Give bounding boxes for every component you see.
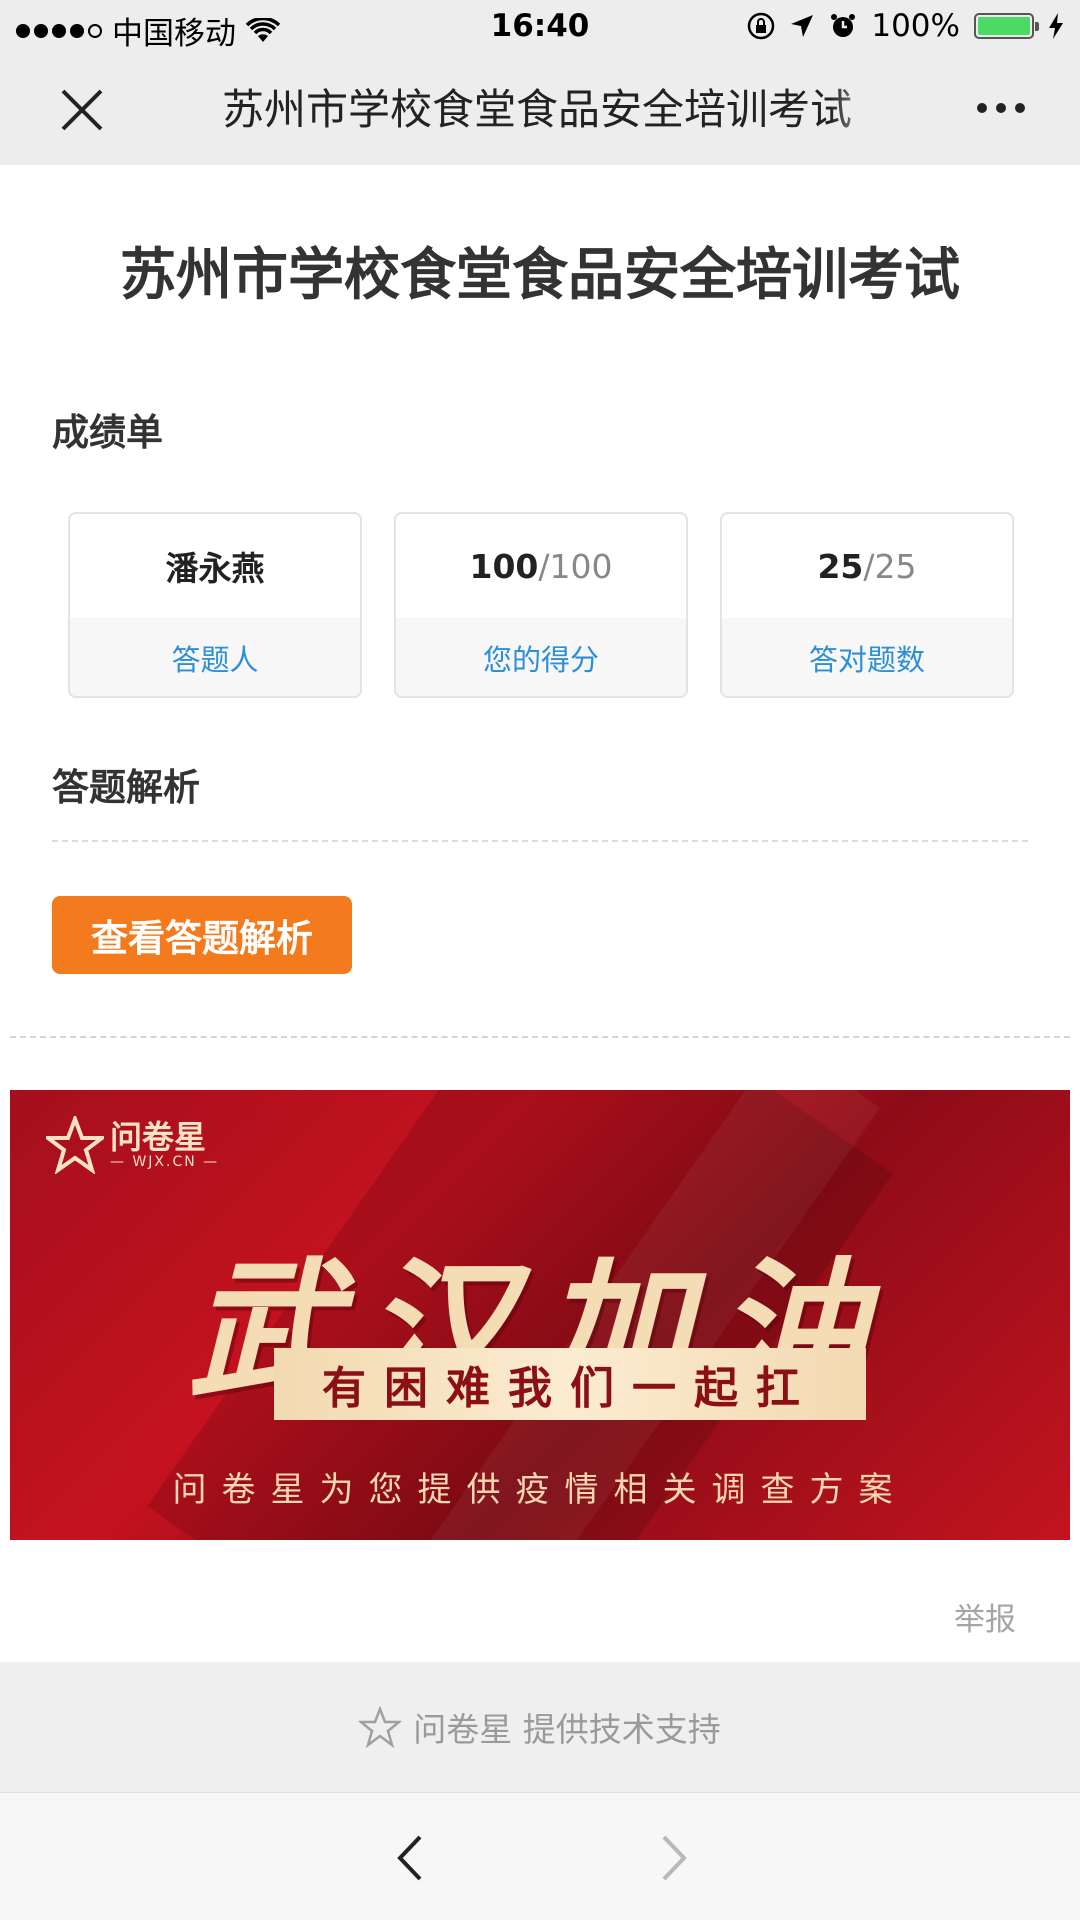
- respondent-value: 潘永燕: [165, 549, 265, 588]
- report-link[interactable]: 举报: [954, 1594, 1016, 1639]
- banner-subtext: 问卷星为您提供疫情相关调查方案: [172, 1470, 908, 1510]
- charging-bolt-icon: [1049, 13, 1063, 39]
- banner-logo-text: 问卷星: [110, 1118, 207, 1156]
- rotation-lock-icon: [748, 12, 775, 40]
- banner-logo: 问卷星 — WJX.CN —: [46, 1116, 219, 1174]
- score-card: 100/100 您的得分: [394, 512, 688, 698]
- divider: [52, 840, 1028, 842]
- scorecard-heading: 成绩单: [52, 411, 163, 454]
- footer: 问卷星 提供技术支持: [0, 1662, 1080, 1792]
- promo-banner[interactable]: 问卷星 — WJX.CN — 武汉加油 有困难我们一起扛 问卷星为您提供疫情相关…: [10, 1090, 1070, 1540]
- nav-title-fade: [830, 83, 890, 137]
- nav-title: 苏州市学校食堂食品安全培训考试: [222, 85, 853, 134]
- banner-slogan: 有困难我们一起扛: [274, 1348, 866, 1420]
- footer-text: 问卷星 提供技术支持: [413, 1710, 721, 1749]
- status-right: 100%: [747, 8, 1064, 44]
- star-icon: [46, 1116, 104, 1174]
- view-analysis-button[interactable]: 查看答题解析: [52, 896, 352, 974]
- respondent-card: 潘永燕 答题人: [68, 512, 362, 698]
- battery-icon: [974, 13, 1039, 39]
- star-outline-icon: [359, 1706, 402, 1748]
- forward-arrow-icon[interactable]: [654, 1833, 694, 1883]
- score-label: 您的得分: [396, 618, 686, 696]
- close-icon[interactable]: [55, 83, 109, 137]
- location-arrow-icon: [791, 15, 814, 37]
- score-cards: 潘永燕 答题人 100/100 您的得分 25/25 答对题数: [68, 512, 1014, 698]
- alarm-icon: [831, 14, 856, 37]
- nav-bar: 苏州市学校食堂食品安全培训考试: [0, 55, 1080, 165]
- battery-percent: 100%: [871, 8, 960, 44]
- page-title: 苏州市学校食堂食品安全培训考试: [120, 243, 960, 308]
- respondent-label: 答题人: [70, 618, 360, 696]
- correct-count-label: 答对题数: [722, 618, 1012, 696]
- status-bar: 中国移动 16:40 100%: [0, 0, 1080, 55]
- browser-toolbar: [0, 1792, 1080, 1920]
- correct-count-card: 25/25 答对题数: [720, 512, 1014, 698]
- score-value: 100/100: [469, 546, 613, 586]
- correct-count-value: 25/25: [817, 546, 917, 586]
- back-arrow-icon[interactable]: [390, 1833, 430, 1883]
- banner-logo-sub: — WJX.CN —: [110, 1154, 220, 1170]
- divider: [10, 1036, 1070, 1038]
- analysis-heading: 答题解析: [52, 766, 200, 809]
- more-icon[interactable]: [977, 103, 1025, 113]
